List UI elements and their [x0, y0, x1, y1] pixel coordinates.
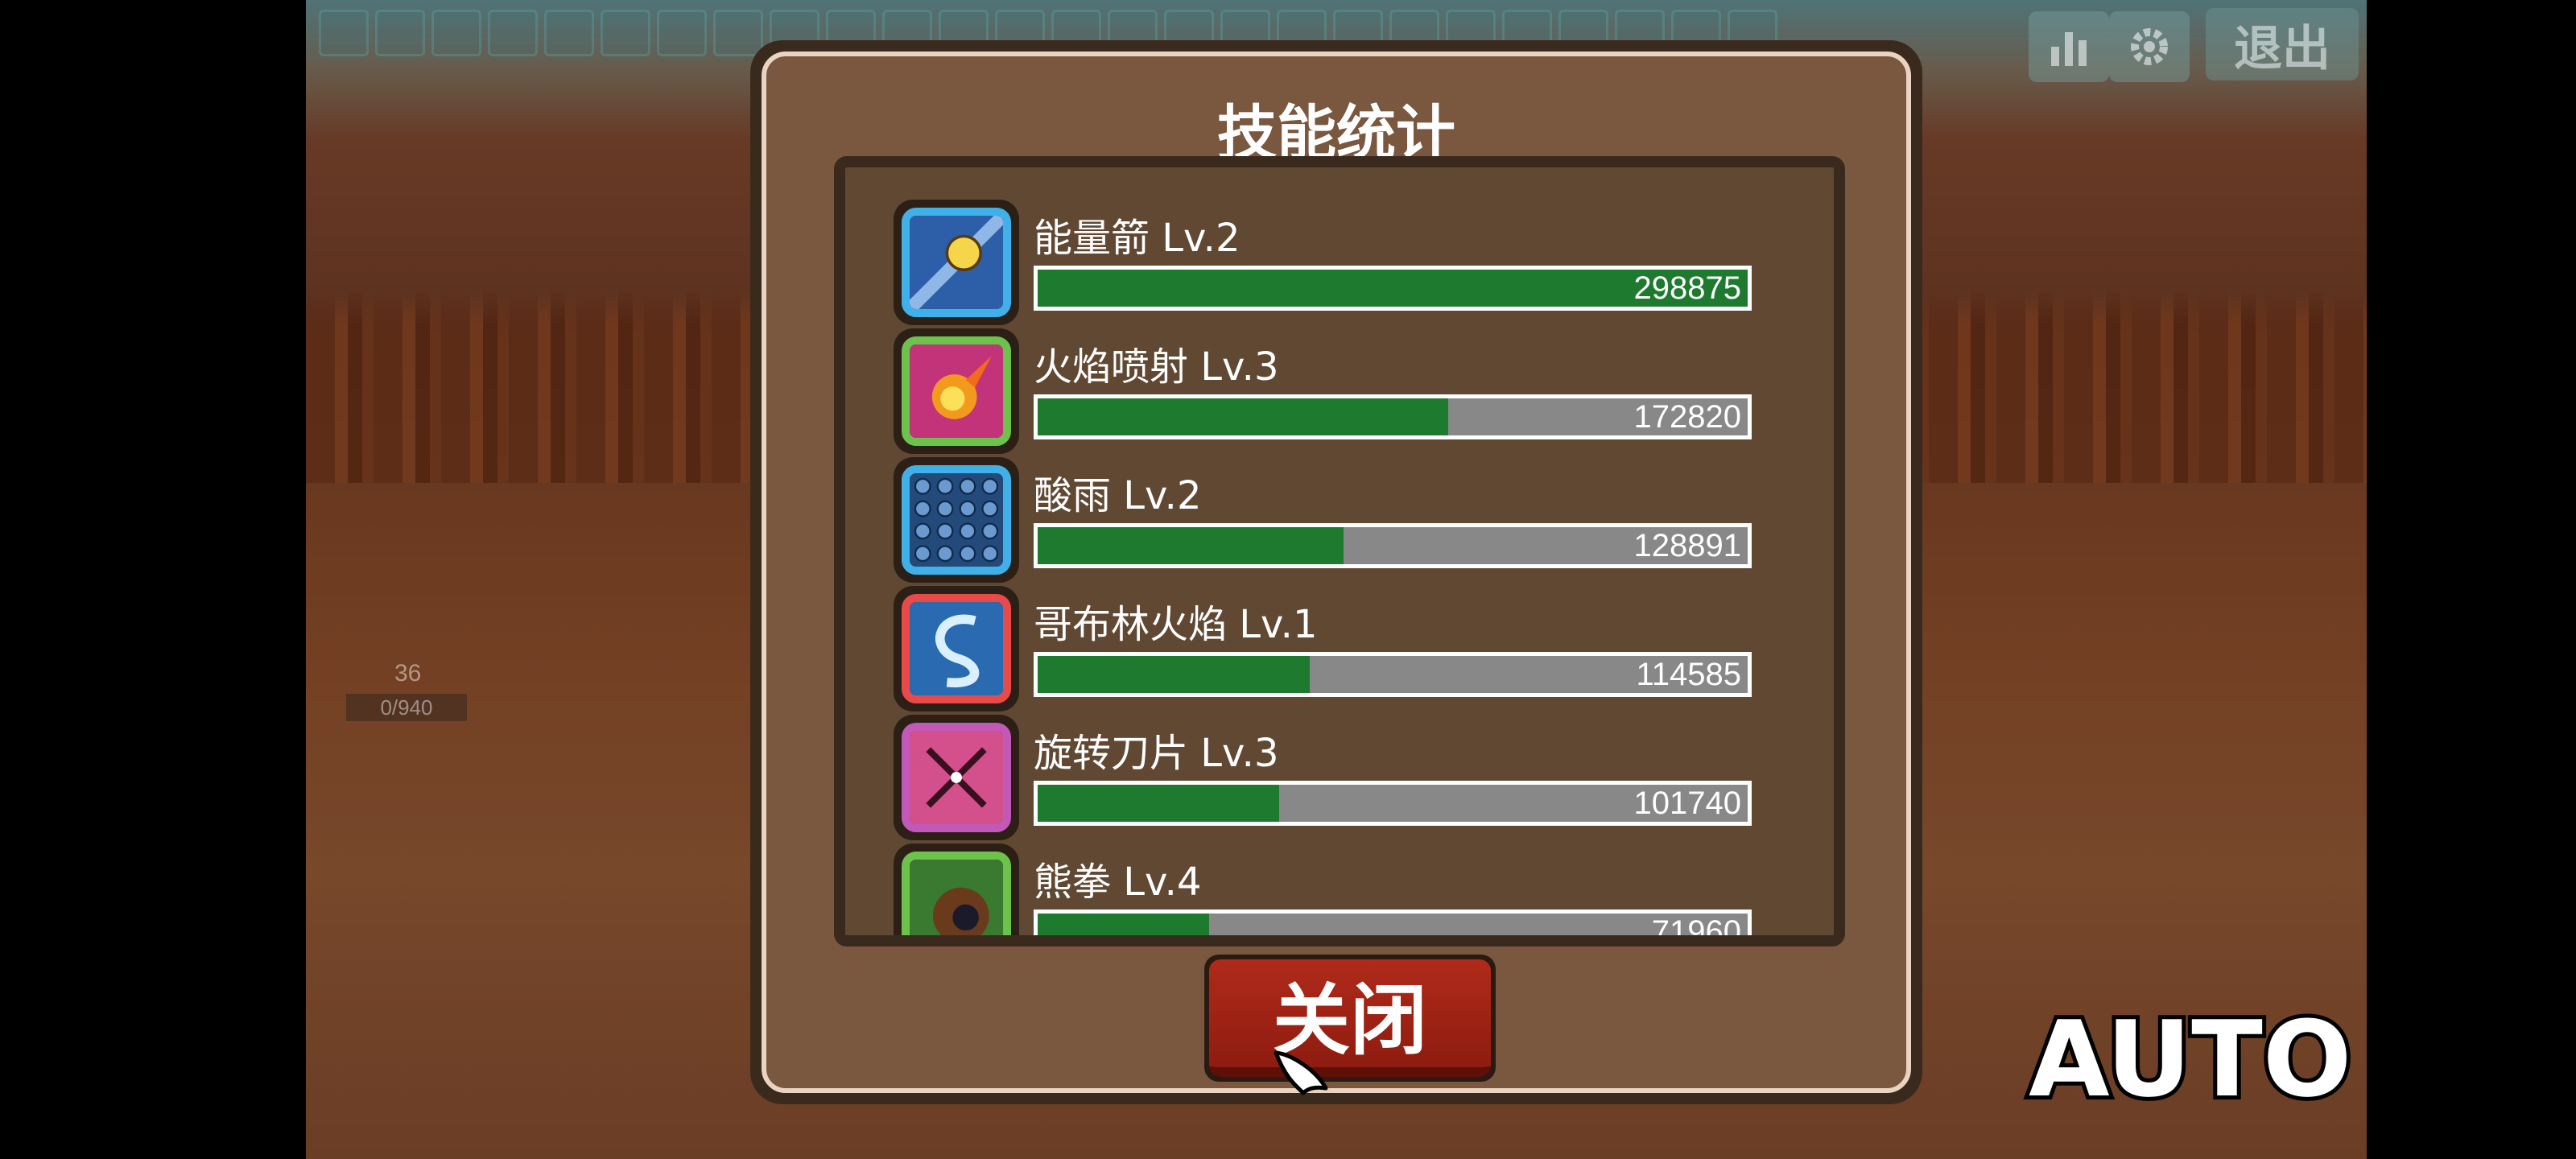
- damage-bar: 114585: [1034, 652, 1752, 697]
- skill-stats-dialog: 技能统计 能量箭 Lv.2 298875 火焰喷射 Lv.3 172820 酸雨 Lv.…: [750, 40, 1922, 1104]
- goblin-flame-icon: [894, 586, 1019, 711]
- dialog-body: 技能统计 能量箭 Lv.2 298875 火焰喷射 Lv.3 172820 酸雨 Lv.…: [762, 52, 1911, 1093]
- skill-row: 火焰喷射 Lv.3 172820: [894, 328, 1752, 457]
- damage-value: 128891: [1633, 528, 1741, 563]
- damage-bar-fill: [1038, 656, 1310, 693]
- damage-bar: 128891: [1034, 523, 1752, 568]
- skill-row: 哥布林火焰 Lv.1 114585: [894, 586, 1752, 715]
- skill-name: 火焰喷射 Lv.3: [1034, 344, 1279, 390]
- slot-icon: [601, 10, 650, 56]
- skill-row: 酸雨 Lv.2 128891: [894, 457, 1752, 586]
- close-button[interactable]: 关闭: [1204, 955, 1496, 1082]
- player-level: 36: [394, 660, 422, 687]
- auto-toggle[interactable]: AUTO: [2025, 994, 2355, 1124]
- acid-rain-icon: [894, 457, 1019, 583]
- damage-value: 71960: [1651, 914, 1741, 947]
- damage-bar: 172820: [1034, 394, 1752, 439]
- damage-value: 114585: [1636, 657, 1741, 692]
- slot-icon: [657, 10, 707, 56]
- skill-name: 旋转刀片 Lv.3: [1034, 731, 1279, 776]
- spinning-blade-icon: [894, 715, 1019, 840]
- gear-icon[interactable]: [2109, 11, 2190, 82]
- slot-icon: [544, 10, 594, 56]
- slot-icon: [319, 10, 369, 56]
- fire-jet-icon: [894, 328, 1019, 454]
- skill-name: 能量箭 Lv.2: [1034, 216, 1241, 261]
- pointer-cursor-icon: [1274, 1050, 1328, 1095]
- skill-name: 酸雨 Lv.2: [1034, 473, 1202, 518]
- slot-icon: [431, 10, 481, 56]
- slot-icon: [488, 10, 538, 56]
- player-hud: 36 0/940: [346, 660, 467, 721]
- damage-bar: 101740: [1034, 781, 1752, 826]
- damage-bar-fill: [1038, 785, 1279, 822]
- damage-bar-fill: [1038, 527, 1344, 564]
- close-button-label: 关闭: [1209, 959, 1491, 1077]
- xp-bar: 0/940: [346, 694, 467, 721]
- skill-row: 旋转刀片 Lv.3 101740: [894, 715, 1752, 843]
- damage-bar: 298875: [1034, 266, 1752, 311]
- skill-name: 哥布林火焰 Lv.1: [1034, 602, 1318, 647]
- exit-button[interactable]: 退出: [2206, 8, 2359, 80]
- skill-row: 能量箭 Lv.2 298875: [894, 200, 1752, 328]
- damage-bar-fill: [1038, 914, 1209, 935]
- slot-icon: [375, 10, 425, 56]
- damage-value: 101740: [1633, 786, 1741, 821]
- stats-chart-icon[interactable]: [2029, 11, 2109, 82]
- skill-name: 熊拳 Lv.4: [1034, 860, 1202, 905]
- damage-value: 172820: [1633, 399, 1741, 435]
- energy-arrow-icon: [894, 200, 1019, 325]
- slot-icon: [713, 10, 763, 56]
- bear-fist-icon: [894, 843, 1019, 935]
- damage-value: 298875: [1633, 270, 1741, 306]
- damage-bar: 71960: [1034, 909, 1752, 947]
- skill-row: 熊拳 Lv.4 71960: [894, 843, 1752, 935]
- skill-list[interactable]: 能量箭 Lv.2 298875 火焰喷射 Lv.3 172820 酸雨 Lv.2 1288…: [834, 156, 1845, 947]
- damage-bar-fill: [1038, 398, 1448, 435]
